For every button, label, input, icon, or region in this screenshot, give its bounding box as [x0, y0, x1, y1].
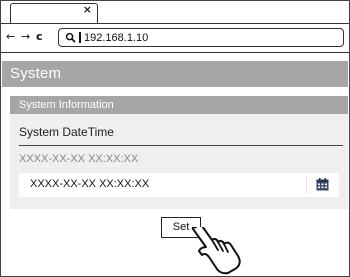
- pointer-hand-icon: [191, 227, 241, 275]
- calendar-icon[interactable]: [316, 178, 329, 191]
- address-bar[interactable]: 192.168.1.10: [58, 28, 344, 47]
- current-datetime-value: XXXX-XX-XX XX:XX:XX: [19, 153, 139, 165]
- back-arrow-icon[interactable]: ←: [6, 30, 15, 44]
- input-separator: [306, 176, 307, 194]
- close-icon[interactable]: ×: [83, 3, 92, 16]
- panel-title: System Information: [10, 96, 348, 114]
- datetime-input[interactable]: XXXX-XX-XX XX:XX:XX: [19, 173, 339, 197]
- text-cursor: [79, 32, 81, 43]
- system-information-panel: System Information System DateTime XXXX-…: [10, 96, 348, 209]
- navigation-bar: ← → c 192.168.1.10: [1, 24, 349, 52]
- datetime-label: System DateTime: [19, 125, 114, 139]
- reload-icon[interactable]: c: [36, 30, 43, 44]
- url-text: 192.168.1.10: [84, 31, 149, 44]
- browser-window: × ← → c 192.168.1.10 System System Infor…: [0, 0, 350, 277]
- datetime-input-value: XXXX-XX-XX XX:XX:XX: [30, 178, 150, 190]
- field-divider: [19, 145, 343, 146]
- search-icon: [65, 32, 76, 43]
- page-title: System: [2, 61, 348, 87]
- forward-arrow-icon[interactable]: →: [21, 30, 30, 44]
- tab-strip: ×: [1, 1, 349, 24]
- browser-tab[interactable]: ×: [10, 3, 98, 24]
- nav-divider: [1, 52, 349, 53]
